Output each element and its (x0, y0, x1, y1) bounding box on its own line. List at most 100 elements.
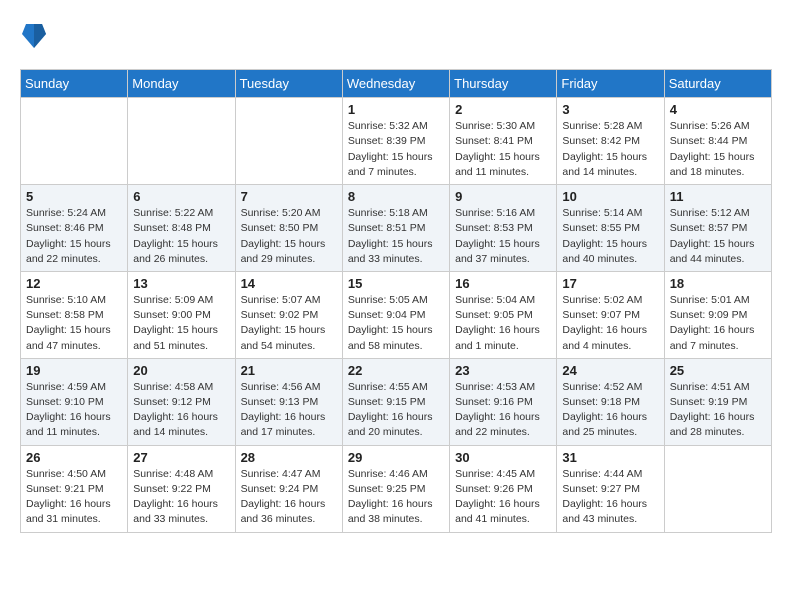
day-info: Sunrise: 4:44 AM Sunset: 9:27 PM Dayligh… (562, 467, 658, 528)
calendar-cell: 7 Sunrise: 5:20 AM Sunset: 8:50 PM Daylig… (235, 185, 342, 272)
calendar-cell: 13Sunrise: 5:09 AM Sunset: 9:00 PM Dayli… (128, 271, 235, 358)
logo-icon (22, 20, 46, 48)
weekday-header-wednesday: Wednesday (342, 70, 449, 98)
calendar-cell: 11 Sunrise: 5:12 AM Sunset: 8:57 PM Dayli… (664, 185, 771, 272)
day-number: 25 (670, 363, 766, 378)
weekday-header-tuesday: Tuesday (235, 70, 342, 98)
weekday-header-sunday: Sunday (21, 70, 128, 98)
day-number: 16 (455, 276, 551, 291)
calendar-cell: 17 Sunrise: 5:02 AM Sunset: 9:07 PM Dayli… (557, 271, 664, 358)
calendar-cell: 31 Sunrise: 4:44 AM Sunset: 9:27 PM Dayli… (557, 445, 664, 532)
day-info: Sunrise: 5:14 AM Sunset: 8:55 PM Dayligh… (562, 206, 658, 267)
day-info: Sunrise: 4:59 AM Sunset: 9:10 PM Dayligh… (26, 380, 122, 441)
weekday-header-row: SundayMondayTuesdayWednesdayThursdayFrid… (21, 70, 772, 98)
day-number: 18 (670, 276, 766, 291)
calendar-cell: 20 Sunrise: 4:58 AM Sunset: 9:12 PM Dayli… (128, 358, 235, 445)
day-number: 11 (670, 189, 766, 204)
calendar-cell: 18 Sunrise: 5:01 AM Sunset: 9:09 PM Dayli… (664, 271, 771, 358)
day-info: Sunrise: 5:30 AM Sunset: 8:41 PM Dayligh… (455, 119, 551, 180)
day-info: Sunrise: 4:51 AM Sunset: 9:19 PM Dayligh… (670, 380, 766, 441)
calendar-cell: 28Sunrise: 4:47 AM Sunset: 9:24 PM Dayli… (235, 445, 342, 532)
day-info: Sunrise: 5:18 AM Sunset: 8:51 PM Dayligh… (348, 206, 444, 267)
day-number: 24 (562, 363, 658, 378)
day-number: 6 (133, 189, 229, 204)
day-number: 17 (562, 276, 658, 291)
weekday-header-friday: Friday (557, 70, 664, 98)
day-info: Sunrise: 5:01 AM Sunset: 9:09 PM Dayligh… (670, 293, 766, 354)
day-number: 5 (26, 189, 122, 204)
calendar-cell: 14 Sunrise: 5:07 AM Sunset: 9:02 PM Dayli… (235, 271, 342, 358)
calendar-table: SundayMondayTuesdayWednesdayThursdayFrid… (20, 69, 772, 532)
calendar-cell: 25 Sunrise: 4:51 AM Sunset: 9:19 PM Dayli… (664, 358, 771, 445)
day-number: 12 (26, 276, 122, 291)
day-info: Sunrise: 5:07 AM Sunset: 9:02 PM Dayligh… (241, 293, 337, 354)
day-number: 22 (348, 363, 444, 378)
day-number: 10 (562, 189, 658, 204)
day-info: Sunrise: 4:58 AM Sunset: 9:12 PM Dayligh… (133, 380, 229, 441)
day-info: Sunrise: 5:32 AM Sunset: 8:39 PM Dayligh… (348, 119, 444, 180)
calendar-cell: 5 Sunrise: 5:24 AM Sunset: 8:46 PM Daylig… (21, 185, 128, 272)
calendar-cell: 4 Sunrise: 5:26 AM Sunset: 8:44 PM Daylig… (664, 98, 771, 185)
calendar-cell: 8 Sunrise: 5:18 AM Sunset: 8:51 PM Daylig… (342, 185, 449, 272)
day-info: Sunrise: 5:26 AM Sunset: 8:44 PM Dayligh… (670, 119, 766, 180)
day-info: Sunrise: 5:10 AM Sunset: 8:58 PM Dayligh… (26, 293, 122, 354)
weekday-header-thursday: Thursday (450, 70, 557, 98)
calendar-cell: 3 Sunrise: 5:28 AM Sunset: 8:42 PM Daylig… (557, 98, 664, 185)
day-number: 20 (133, 363, 229, 378)
calendar-cell: 30Sunrise: 4:45 AM Sunset: 9:26 PM Dayli… (450, 445, 557, 532)
calendar-week-row: 19 Sunrise: 4:59 AM Sunset: 9:10 PM Dayli… (21, 358, 772, 445)
day-number: 23 (455, 363, 551, 378)
day-number: 7 (241, 189, 337, 204)
calendar-cell: 6 Sunrise: 5:22 AM Sunset: 8:48 PM Daylig… (128, 185, 235, 272)
day-number: 2 (455, 102, 551, 117)
day-info: Sunrise: 4:45 AM Sunset: 9:26 PM Dayligh… (455, 467, 551, 528)
day-number: 1 (348, 102, 444, 117)
calendar-cell: 12 Sunrise: 5:10 AM Sunset: 8:58 PM Dayli… (21, 271, 128, 358)
day-number: 19 (26, 363, 122, 378)
day-info: Sunrise: 4:52 AM Sunset: 9:18 PM Dayligh… (562, 380, 658, 441)
calendar-cell: 2 Sunrise: 5:30 AM Sunset: 8:41 PM Daylig… (450, 98, 557, 185)
calendar-cell: 9Sunrise: 5:16 AM Sunset: 8:53 PM Daylig… (450, 185, 557, 272)
day-info: Sunrise: 4:48 AM Sunset: 9:22 PM Dayligh… (133, 467, 229, 528)
day-number: 28 (241, 450, 337, 465)
calendar-week-row: 12 Sunrise: 5:10 AM Sunset: 8:58 PM Dayli… (21, 271, 772, 358)
day-info: Sunrise: 5:02 AM Sunset: 9:07 PM Dayligh… (562, 293, 658, 354)
calendar-cell: 24 Sunrise: 4:52 AM Sunset: 9:18 PM Dayli… (557, 358, 664, 445)
day-number: 31 (562, 450, 658, 465)
calendar-cell: 16Sunrise: 5:04 AM Sunset: 9:05 PM Dayli… (450, 271, 557, 358)
calendar-cell (664, 445, 771, 532)
day-number: 3 (562, 102, 658, 117)
day-info: Sunrise: 4:50 AM Sunset: 9:21 PM Dayligh… (26, 467, 122, 528)
day-number: 9 (455, 189, 551, 204)
day-number: 27 (133, 450, 229, 465)
day-info: Sunrise: 5:22 AM Sunset: 8:48 PM Dayligh… (133, 206, 229, 267)
day-number: 29 (348, 450, 444, 465)
calendar-cell: 19 Sunrise: 4:59 AM Sunset: 9:10 PM Dayli… (21, 358, 128, 445)
calendar-cell: 21 Sunrise: 4:56 AM Sunset: 9:13 PM Dayli… (235, 358, 342, 445)
day-info: Sunrise: 5:12 AM Sunset: 8:57 PM Dayligh… (670, 206, 766, 267)
calendar-cell: 23 Sunrise: 4:53 AM Sunset: 9:16 PM Dayli… (450, 358, 557, 445)
day-info: Sunrise: 5:24 AM Sunset: 8:46 PM Dayligh… (26, 206, 122, 267)
day-info: Sunrise: 4:55 AM Sunset: 9:15 PM Dayligh… (348, 380, 444, 441)
day-number: 21 (241, 363, 337, 378)
calendar-week-row: 26Sunrise: 4:50 AM Sunset: 9:21 PM Dayli… (21, 445, 772, 532)
day-info: Sunrise: 4:46 AM Sunset: 9:25 PM Dayligh… (348, 467, 444, 528)
day-number: 15 (348, 276, 444, 291)
day-info: Sunrise: 5:09 AM Sunset: 9:00 PM Dayligh… (133, 293, 229, 354)
calendar-cell: 22 Sunrise: 4:55 AM Sunset: 9:15 PM Dayli… (342, 358, 449, 445)
day-info: Sunrise: 4:56 AM Sunset: 9:13 PM Dayligh… (241, 380, 337, 441)
day-info: Sunrise: 5:28 AM Sunset: 8:42 PM Dayligh… (562, 119, 658, 180)
calendar-cell: 15 Sunrise: 5:05 AM Sunset: 9:04 PM Dayli… (342, 271, 449, 358)
day-number: 8 (348, 189, 444, 204)
calendar-cell: 10 Sunrise: 5:14 AM Sunset: 8:55 PM Dayli… (557, 185, 664, 272)
calendar-cell: 1 Sunrise: 5:32 AM Sunset: 8:39 PM Daylig… (342, 98, 449, 185)
day-number: 14 (241, 276, 337, 291)
day-info: Sunrise: 5:05 AM Sunset: 9:04 PM Dayligh… (348, 293, 444, 354)
day-info: Sunrise: 4:53 AM Sunset: 9:16 PM Dayligh… (455, 380, 551, 441)
day-number: 4 (670, 102, 766, 117)
day-info: Sunrise: 5:20 AM Sunset: 8:50 PM Dayligh… (241, 206, 337, 267)
weekday-header-saturday: Saturday (664, 70, 771, 98)
logo (20, 20, 46, 53)
calendar-cell: 27 Sunrise: 4:48 AM Sunset: 9:22 PM Dayli… (128, 445, 235, 532)
calendar-cell (128, 98, 235, 185)
